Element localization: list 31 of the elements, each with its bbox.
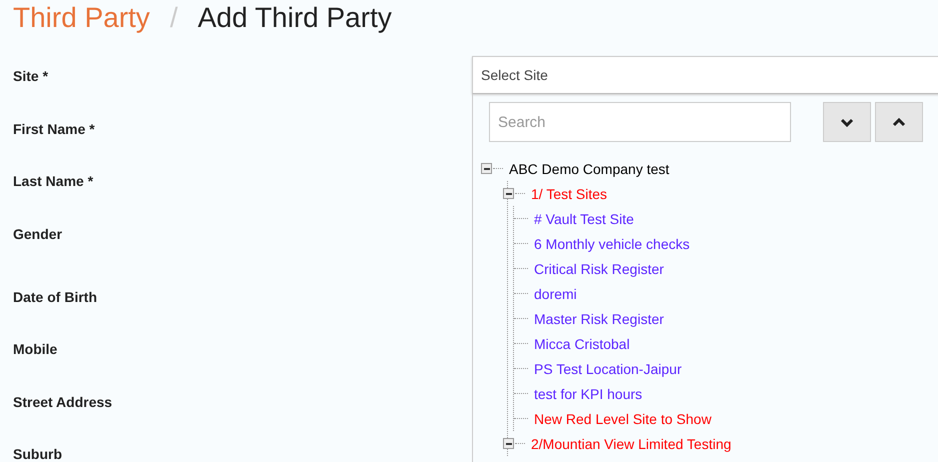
- tree-item[interactable]: # Vault Test Site: [534, 210, 634, 226]
- tree-item[interactable]: doremi: [534, 286, 577, 302]
- field-label: Site *: [13, 68, 48, 84]
- collapse-toggle-icon[interactable]: [503, 438, 514, 449]
- tree-item[interactable]: PS Test Location-Jaipur: [534, 360, 682, 376]
- breadcrumb-separator: /: [170, 2, 178, 34]
- collapse-toggle-icon[interactable]: [503, 188, 514, 199]
- field-label: First Name *: [13, 120, 95, 136]
- field-label: Mobile: [13, 341, 58, 357]
- field-label: Street Address: [13, 394, 112, 410]
- tree-item[interactable]: Micca Cristobal: [534, 336, 630, 352]
- field-label: Last Name *: [13, 173, 94, 189]
- chevron-up-icon: [892, 118, 906, 126]
- tree-item[interactable]: Master Risk Register: [534, 310, 664, 326]
- tree-item[interactable]: test for KPI hours: [534, 386, 642, 402]
- collapse-all-button[interactable]: [875, 102, 923, 142]
- expand-all-button[interactable]: [823, 102, 871, 142]
- page-title: Add Third Party: [198, 2, 392, 34]
- tree-item[interactable]: New Red Level Site to Show: [534, 410, 712, 426]
- chevron-down-icon: [840, 118, 854, 126]
- tree-item[interactable]: Critical Risk Register: [534, 260, 664, 276]
- site-select[interactable]: Select Site: [472, 56, 938, 94]
- field-label: Gender: [13, 226, 62, 242]
- tree-item[interactable]: 6 Monthly vehicle checks: [534, 236, 690, 252]
- tree-item[interactable]: 1/ Test Sites: [531, 186, 608, 202]
- tree-item[interactable]: ABC Demo Company test: [509, 160, 670, 176]
- field-label: Date of Birth: [13, 288, 97, 304]
- tree-item[interactable]: 2/Mountian View Limited Testing: [531, 436, 732, 452]
- collapse-toggle-icon[interactable]: [481, 163, 492, 174]
- field-label: Suburb: [13, 446, 62, 462]
- search-field[interactable]: Search: [489, 102, 791, 142]
